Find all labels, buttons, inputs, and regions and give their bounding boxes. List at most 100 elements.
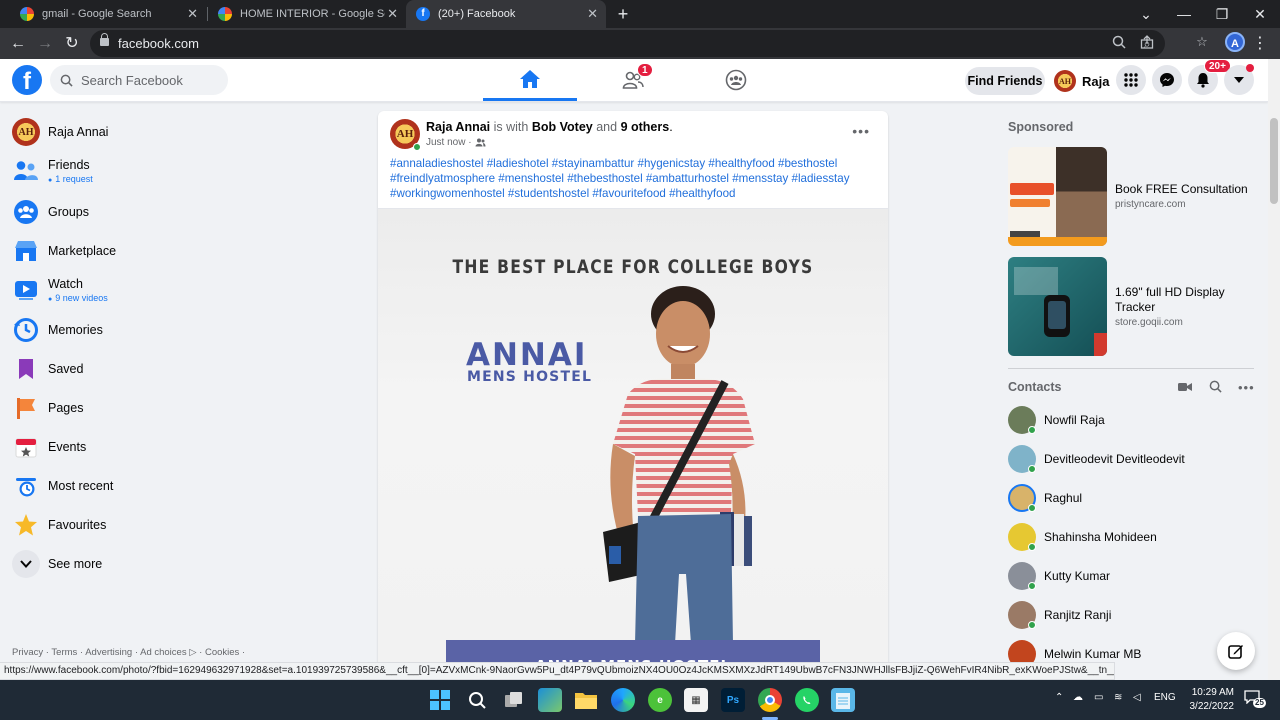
post-tagged-name[interactable]: Bob Votey <box>532 120 593 134</box>
photoshop-icon[interactable]: Ps <box>721 688 745 712</box>
tab-friends[interactable]: 1 <box>586 59 680 101</box>
browser-profile-avatar[interactable]: A <box>1225 32 1245 52</box>
sponsored-ad-2[interactable]: 1.69" full HD Display Tracker store.goqi… <box>1008 256 1254 356</box>
widgets-icon[interactable] <box>538 688 562 712</box>
sidebar-item-events[interactable]: Events <box>8 429 348 465</box>
most-recent-icon <box>12 472 40 500</box>
close-window-button[interactable]: ✕ <box>1248 4 1272 24</box>
minimize-button[interactable]: — <box>1172 4 1196 24</box>
browser-menu-icon[interactable]: ⋮ <box>1252 33 1268 53</box>
sidebar-item-marketplace[interactable]: Marketplace <box>8 233 348 269</box>
post-others-link[interactable]: 9 others <box>621 120 670 134</box>
messenger-button[interactable] <box>1152 65 1182 95</box>
avatar <box>1008 445 1036 473</box>
notification-center-icon[interactable]: 25 <box>1244 690 1266 708</box>
contact-item[interactable]: Shahinsha Mohideen <box>1008 521 1258 553</box>
avatar <box>1008 601 1036 629</box>
sidebar-see-more[interactable]: See more <box>8 546 348 582</box>
contact-item[interactable]: Kutty Kumar <box>1008 560 1258 592</box>
google-icon <box>20 7 34 21</box>
search-input[interactable] <box>81 72 221 88</box>
contacts-options-icon[interactable]: ••• <box>1238 380 1254 396</box>
notepad-icon[interactable] <box>831 688 855 712</box>
store-icon[interactable]: ▦ <box>684 688 708 712</box>
sidebar-item-memories[interactable]: Memories <box>8 312 348 348</box>
search-icon[interactable] <box>465 688 489 712</box>
tab-home[interactable] <box>483 59 577 101</box>
sidebar-item-profile[interactable]: AH Raja Annai <box>8 114 348 150</box>
language-indicator[interactable]: ENG <box>1154 692 1176 703</box>
groups-icon <box>725 69 747 91</box>
share-icon[interactable] <box>1138 35 1156 53</box>
online-indicator <box>413 143 421 151</box>
sidebar-item-label: Raja Annai <box>48 125 109 139</box>
tab-search-icon[interactable]: ⌄ <box>1134 4 1158 24</box>
sidebar-item-groups[interactable]: Groups <box>8 194 348 230</box>
address-bar[interactable]: facebook.com ⌕ <box>90 30 1165 57</box>
post-time[interactable]: Just now · <box>426 137 472 148</box>
close-icon[interactable]: ✕ <box>387 7 398 21</box>
browser-tab-home-interior[interactable]: HOME INTERIOR - Google Search ✕ <box>208 0 406 28</box>
friends-badge: 1 <box>637 63 653 77</box>
sidebar-item-favourites[interactable]: Favourites <box>8 507 348 543</box>
header-profile-button[interactable]: AH Raja <box>1052 67 1115 95</box>
forward-button[interactable]: → <box>34 33 56 55</box>
messenger-icon <box>1160 73 1174 87</box>
notifications-button[interactable]: 20+ <box>1188 59 1231 95</box>
cloud-icon[interactable]: ☁ <box>1073 692 1083 703</box>
post-author-name[interactable]: Raja Annai <box>426 120 490 134</box>
maximize-button[interactable]: ❐ <box>1210 4 1234 24</box>
footer-links[interactable]: Privacy · Terms · Advertising · Ad choic… <box>12 647 245 658</box>
battery-icon[interactable]: ▭ <box>1094 692 1103 703</box>
wifi-icon[interactable]: ≋ <box>1114 692 1122 703</box>
reload-button[interactable]: ↻ <box>61 33 83 55</box>
sidebar-item-pages[interactable]: Pages <box>8 390 348 426</box>
tab-groups[interactable] <box>689 59 783 101</box>
post-options-icon[interactable]: ••• <box>852 123 870 139</box>
edge-icon[interactable] <box>611 688 635 712</box>
post-image[interactable]: THE BEST PLACE FOR COLLEGE BOYS ANNAI ME… <box>378 208 888 671</box>
sponsored-heading: Sponsored <box>1008 120 1074 134</box>
facebook-logo[interactable]: f <box>12 65 42 95</box>
find-friends-button[interactable]: Find Friends <box>965 67 1045 95</box>
contact-item[interactable]: Ranjitz Ranji <box>1008 599 1258 631</box>
post-with-text: is with <box>493 120 529 134</box>
page-scrollbar-thumb[interactable] <box>1270 118 1278 204</box>
sidebar-item-most-recent[interactable]: Most recent <box>8 468 348 504</box>
new-tab-button[interactable]: + <box>613 4 633 24</box>
search-box[interactable] <box>50 65 228 95</box>
browser-tab-gmail[interactable]: gmail - Google Search ✕ <box>10 0 206 28</box>
pages-icon <box>12 394 40 422</box>
close-icon[interactable]: ✕ <box>187 7 198 21</box>
back-button[interactable]: ← <box>7 33 29 55</box>
windows-start-icon[interactable] <box>428 688 452 712</box>
new-room-icon[interactable] <box>1177 380 1193 396</box>
search-icon[interactable] <box>1207 380 1223 396</box>
ad-site: pristyncare.com <box>1115 199 1186 210</box>
new-message-button[interactable] <box>1217 632 1255 670</box>
contact-item[interactable]: Devitleodevit Devitleodevit <box>1008 443 1258 475</box>
bookmark-star-icon[interactable]: ☆ <box>1193 33 1211 51</box>
chrome-icon[interactable] <box>758 688 782 712</box>
whatsapp-icon[interactable] <box>795 688 819 712</box>
task-view-icon[interactable] <box>502 688 526 712</box>
post-hashtags[interactable]: #annaladieshostel #ladieshotel #stayinam… <box>390 156 860 201</box>
account-button[interactable] <box>1224 64 1254 95</box>
sponsored-ad-1[interactable]: Book FREE Consultation pristyncare.com <box>1008 146 1254 246</box>
sidebar-item-saved[interactable]: Saved <box>8 351 348 387</box>
volume-icon[interactable]: ◁ <box>1133 692 1141 703</box>
compose-icon <box>1228 645 1243 659</box>
app-icon[interactable]: e <box>648 688 672 712</box>
menu-button[interactable] <box>1116 65 1146 95</box>
contact-item[interactable]: Nowfil Raja <box>1008 404 1258 436</box>
file-explorer-icon[interactable] <box>574 688 598 712</box>
browser-tab-facebook[interactable]: f (20+) Facebook ✕ <box>406 0 606 28</box>
sidebar-item-watch[interactable]: Watch 9 new videos <box>8 272 348 308</box>
sidebar-item-friends[interactable]: Friends 1 request <box>8 153 348 189</box>
magnify-icon[interactable] <box>1110 35 1128 53</box>
contact-name: Shahinsha Mohideen <box>1044 530 1157 544</box>
system-clock[interactable]: 10:29 AM 3/22/2022 <box>1178 686 1235 714</box>
close-icon[interactable]: ✕ <box>587 7 598 21</box>
tray-chevron-icon[interactable]: ⌃ <box>1055 692 1063 703</box>
contact-item[interactable]: Raghul <box>1008 482 1258 514</box>
